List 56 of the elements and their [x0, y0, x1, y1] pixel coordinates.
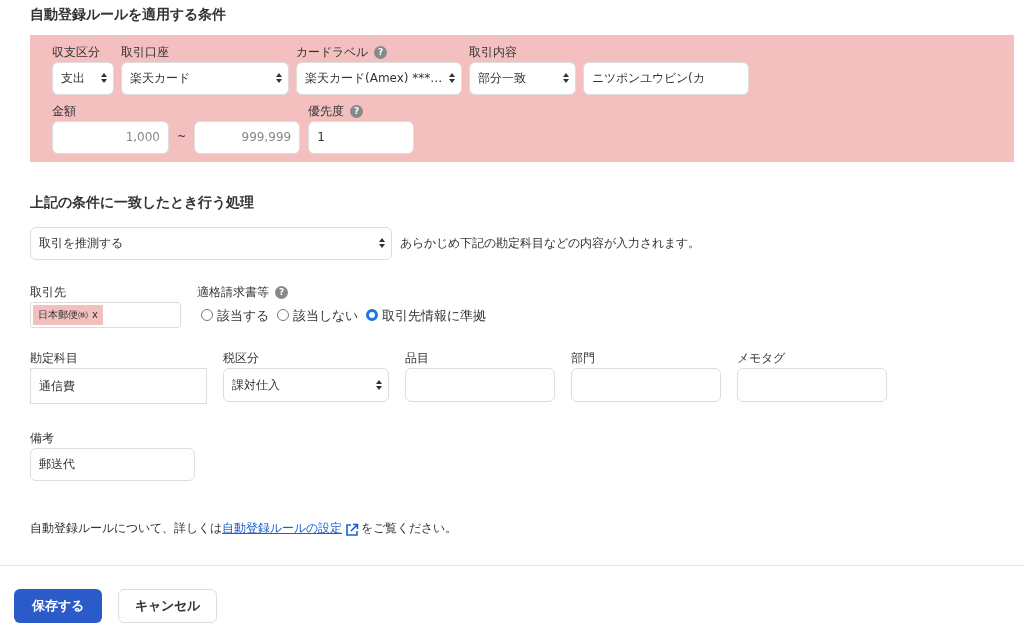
radio-button[interactable]: [277, 309, 289, 322]
partner-tag: 日本郵便㈱ x: [33, 304, 103, 325]
input-field[interactable]: 郵送代: [30, 447, 195, 481]
radio-label: 該当する: [217, 306, 269, 325]
select-field[interactable]: 楽天カード: [121, 61, 289, 95]
input-field[interactable]: 通信費: [30, 367, 207, 404]
external-link-icon: [345, 522, 359, 537]
radio-button[interactable]: [366, 309, 378, 322]
help-icon: ?: [275, 285, 288, 299]
input-field[interactable]: [737, 367, 887, 402]
field-label: 勘定科目: [30, 350, 78, 368]
field-label: 収支区分: [52, 44, 100, 62]
select-field[interactable]: 支出: [52, 61, 114, 95]
select-field[interactable]: 取引を推測する: [30, 226, 392, 260]
radio-label: 取引先情報に準拠: [382, 306, 486, 325]
dropdown-arrows-icon: [276, 73, 282, 84]
field-label: 取引先: [30, 284, 66, 302]
remove-tag-button[interactable]: x: [92, 307, 98, 323]
field-label: 適格請求書等: [197, 284, 269, 302]
section-title: 上記の条件に一致したとき行う処理: [30, 192, 255, 211]
input-field[interactable]: [405, 367, 555, 402]
select-field[interactable]: 課対仕入: [223, 367, 389, 402]
help-text: あらかじめ下記の勘定科目などの内容が入力されます。: [400, 235, 700, 253]
input-field[interactable]: 1: [308, 120, 415, 154]
help-icon: ?: [374, 45, 387, 59]
radio-label: 該当しない: [293, 306, 358, 325]
input-field[interactable]: 999,999: [194, 120, 301, 154]
field-label: 品目: [405, 350, 429, 368]
footnote-text: 自動登録ルールについて、詳しくは自動登録ルールの設定 をご覧ください。: [30, 519, 458, 537]
section-title: 自動登録ルールを適用する条件: [30, 5, 227, 23]
input-field[interactable]: 1,000: [52, 120, 169, 154]
field-label: 取引内容: [469, 44, 517, 62]
input-field[interactable]: [571, 367, 721, 402]
dropdown-arrows-icon: [379, 238, 385, 249]
field-label: 部門: [571, 350, 595, 368]
dropdown-arrows-icon: [449, 73, 455, 84]
select-field[interactable]: 部分一致: [469, 61, 576, 95]
range-separator: ~: [176, 129, 188, 146]
field-label: 優先度: [308, 103, 345, 121]
field-label: 備考: [30, 430, 54, 448]
save-button[interactable]: 保存する: [14, 588, 102, 623]
settings-link[interactable]: 自動登録ルールの設定: [222, 520, 342, 535]
help-icon: ?: [350, 104, 364, 118]
field-label: 税区分: [223, 350, 259, 368]
cancel-button[interactable]: キャンセル: [118, 588, 217, 623]
radio-button[interactable]: [201, 309, 213, 322]
field-label: 取引口座: [121, 44, 169, 62]
dropdown-arrows-icon: [101, 73, 107, 84]
dropdown-arrows-icon: [563, 73, 569, 84]
dropdown-arrows-icon: [376, 379, 382, 390]
select-field[interactable]: 楽天カード(Amex) ***…: [296, 61, 462, 95]
field-label: メモタグ: [737, 350, 785, 368]
input-field[interactable]: ニツポンユウビン(カ: [583, 61, 749, 95]
partner-field[interactable]: 日本郵便㈱ x: [30, 301, 181, 328]
field-label: 金額: [52, 103, 76, 121]
field-label: カードラベル: [296, 44, 368, 62]
